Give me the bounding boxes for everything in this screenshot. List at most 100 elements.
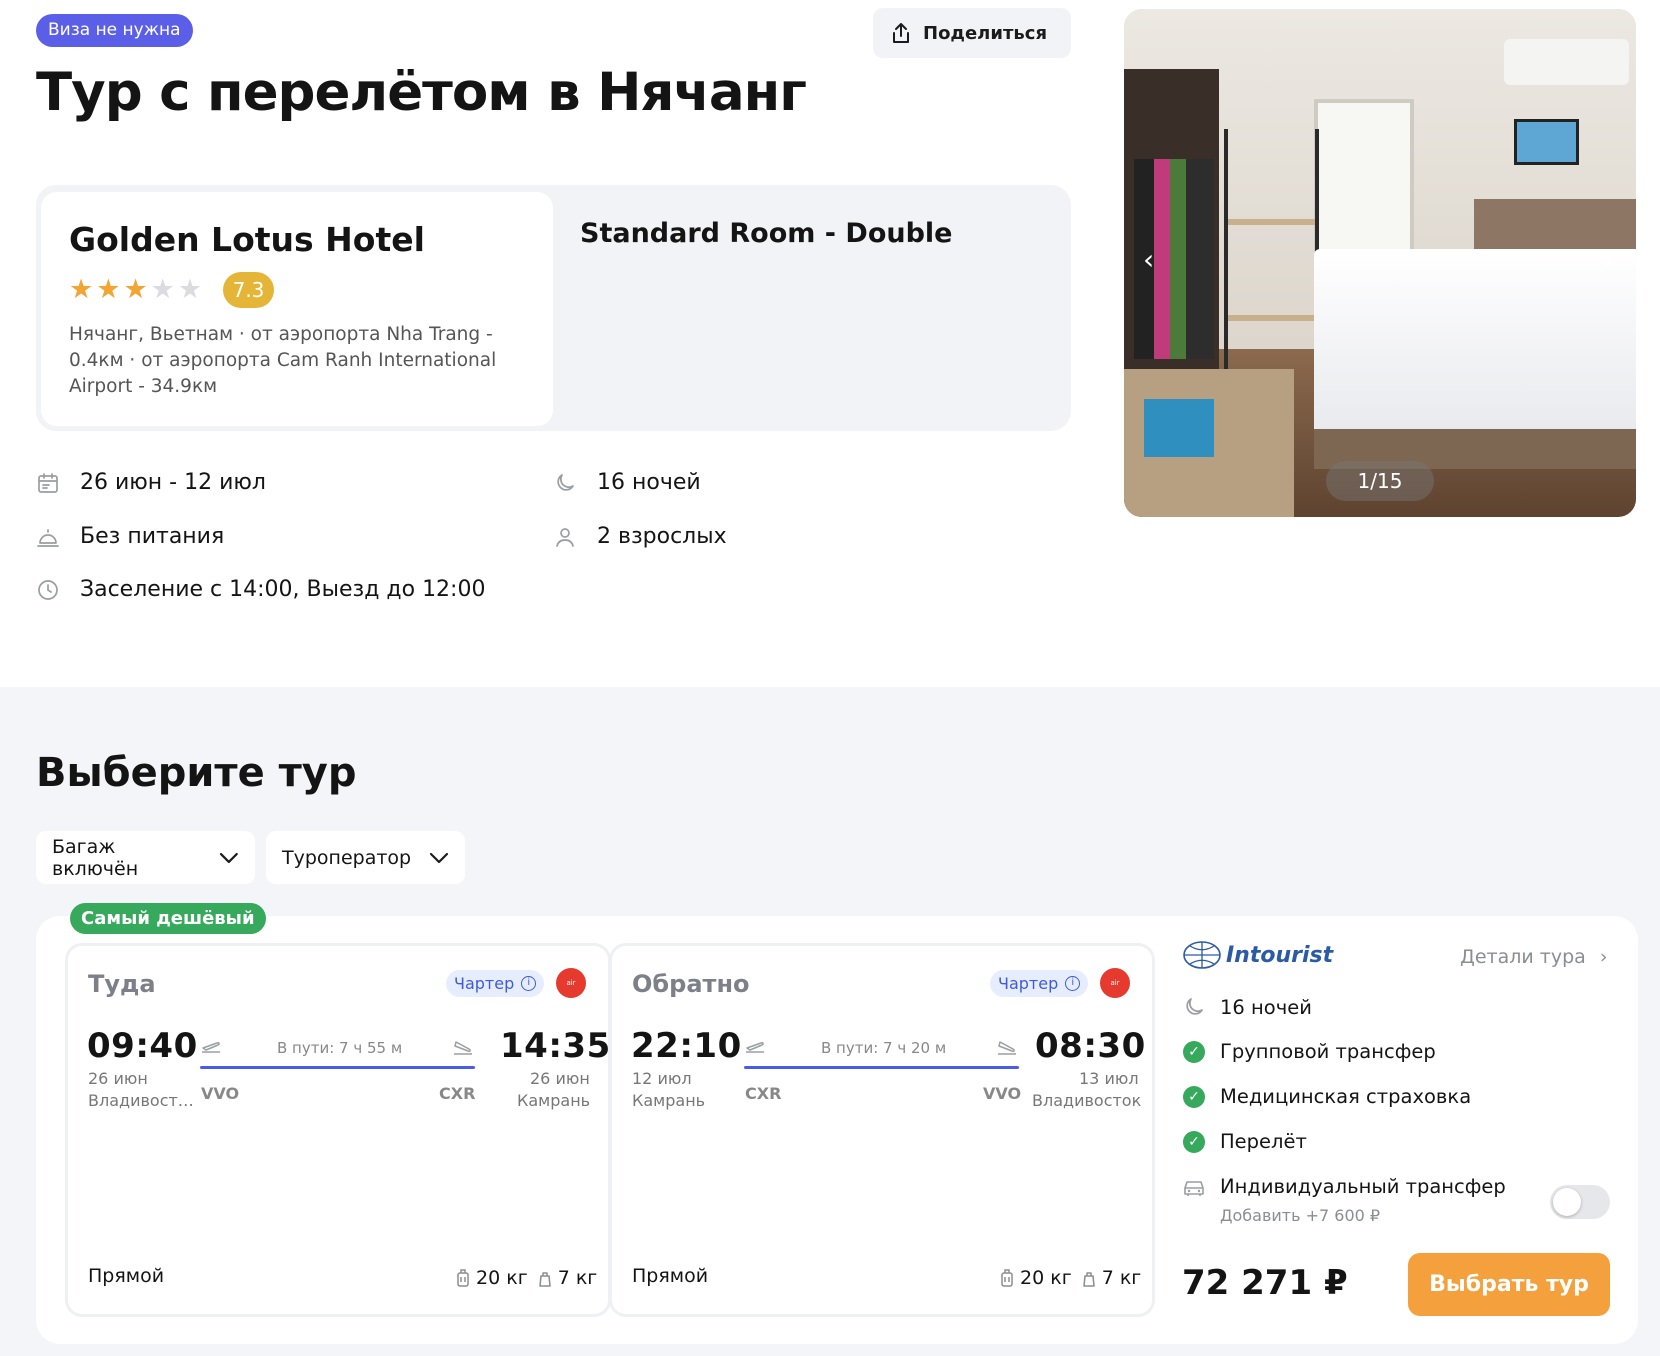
arrival-code: VVO (983, 1084, 1022, 1103)
fact-nights: 16 ночей (553, 470, 701, 495)
filter-baggage[interactable]: Багаж включён (36, 831, 255, 884)
photo-window (1314, 99, 1414, 259)
flight-leg-outbound[interactable]: Туда Чартер i air 09:40 26 июн Владивост… (68, 946, 611, 1314)
arrival-code: CXR (439, 1084, 476, 1103)
arrival-time: 08:30 (1035, 1026, 1146, 1066)
filter-operator-label: Туроператор (282, 846, 412, 869)
visa-badge: Виза не нужна (36, 14, 193, 47)
moon-icon (1182, 995, 1206, 1019)
person-icon (556, 527, 574, 547)
choose-tour-title: Выберите тур (36, 750, 357, 796)
hand-luggage-icon (538, 1272, 551, 1287)
share-icon (893, 23, 909, 43)
tour-price: 72 271 ₽ (1182, 1263, 1348, 1303)
star-icon: ★ (69, 274, 94, 305)
landing-icon (998, 1041, 1016, 1055)
landing-icon (454, 1041, 472, 1055)
included-item-label: Медицинская страховка (1220, 1085, 1472, 1108)
share-label: Поделиться (923, 22, 1048, 44)
filter-operator[interactable]: Туроператор (266, 831, 465, 884)
hand-luggage: 7 кг (1101, 1267, 1142, 1289)
next-photo-arrow-icon[interactable]: › (1603, 243, 1614, 276)
charter-badge: Чартер i (446, 970, 545, 997)
departure-city: Камрань (632, 1091, 706, 1110)
leg-title: Туда (88, 970, 156, 998)
leg-title: Обратно (632, 970, 750, 998)
cheapest-badge: Самый дешёвый (70, 903, 266, 934)
check-icon: ✓ (1182, 1040, 1206, 1063)
departure-time: 22:10 (631, 1026, 742, 1066)
suitcase-icon (1001, 1269, 1013, 1287)
route-line (744, 1066, 1019, 1069)
check-icon: ✓ (1182, 1085, 1206, 1108)
departure-code: VVO (201, 1084, 240, 1103)
included-item: ✓ Медицинская страховка (1182, 1085, 1471, 1108)
charter-badge: Чартер i (990, 970, 1089, 997)
tour-details-label: Детали тура (1460, 946, 1586, 968)
hand-luggage-icon (1082, 1272, 1095, 1287)
summary-nights-text: 16 ночей (1220, 995, 1312, 1019)
arrival-date: 26 июн (530, 1069, 590, 1088)
departure-code: CXR (745, 1084, 782, 1103)
summary-nights: 16 ночей (1182, 995, 1312, 1019)
info-icon[interactable]: i (521, 976, 537, 991)
operator-name: Intourist (1226, 942, 1334, 968)
fact-dates: 26 июн - 12 июл (36, 470, 266, 495)
photo-book (1144, 399, 1214, 457)
check-icon: ✓ (1182, 1130, 1206, 1153)
star-icon: ★ (150, 274, 175, 305)
checked-baggage: 20 кг (1020, 1267, 1072, 1289)
photo-air-conditioner (1504, 39, 1629, 85)
departure-date: 12 июл (632, 1069, 692, 1088)
rating-badge: 7.3 (223, 272, 274, 308)
clock-icon (38, 579, 58, 600)
info-icon[interactable]: i (1065, 976, 1081, 991)
departure-city: Владивост… (88, 1091, 194, 1110)
takeoff-icon (202, 1042, 220, 1053)
airline-logo-icon: air (556, 968, 586, 998)
addon-transfer: Индивидуальный трансфер (1182, 1175, 1506, 1198)
meals-text: Без питания (80, 524, 225, 549)
checkin-text: Заселение с 14:00, Выезд до 12:00 (80, 577, 486, 602)
arrival-date: 13 июл (1079, 1069, 1139, 1088)
nights-text: 16 ночей (597, 470, 701, 495)
share-button[interactable]: Поделиться (873, 8, 1071, 58)
hand-luggage: 7 кг (557, 1267, 598, 1289)
hotel-photo[interactable] (1124, 9, 1636, 517)
hotel-card[interactable]: Golden Lotus Hotel ★ ★ ★ ★ ★ 7.3 Нячанг, Вье… (41, 192, 553, 426)
chevron-down-icon (429, 852, 449, 863)
page-title: Тур с перелётом в Нячанг (36, 62, 807, 123)
hotel-name[interactable]: Golden Lotus Hotel (69, 220, 425, 259)
star-icon: ★ (96, 274, 121, 305)
route-line (200, 1066, 475, 1069)
arrival-city: Камрань (517, 1091, 591, 1110)
included-item: ✓ Групповой трансфер (1182, 1040, 1436, 1063)
calendar-icon (38, 472, 58, 493)
flight-duration: В пути: 7 ч 20 м (821, 1039, 947, 1057)
baggage-info: 20 кг 7 кг (456, 1267, 597, 1289)
fact-meals: Без питания (36, 524, 224, 549)
transfer-toggle[interactable] (1550, 1185, 1610, 1219)
tour-details-link[interactable]: Детали тура › (1460, 946, 1607, 968)
toggle-knob (1553, 1188, 1581, 1216)
baggage-info: 20 кг 7 кг (1000, 1267, 1141, 1289)
star-icon: ★ (177, 274, 203, 305)
cloche-icon (37, 528, 59, 547)
prev-photo-arrow-icon[interactable]: ‹ (1143, 243, 1154, 276)
car-icon (1182, 1176, 1206, 1198)
star-icon: ★ (123, 274, 148, 305)
included-item-label: Групповой трансфер (1220, 1040, 1436, 1063)
guests-text: 2 взрослых (597, 524, 727, 549)
charter-label: Чартер (998, 974, 1059, 993)
dates-text: 26 июн - 12 июл (80, 470, 266, 495)
arrival-city: Владивосток (1032, 1091, 1142, 1110)
hotel-stars: ★ ★ ★ ★ ★ (69, 275, 202, 305)
arrival-time: 14:35 (500, 1026, 611, 1066)
hotel-location: Нячанг, Вьетнам · от аэропорта Nha Trang… (69, 324, 497, 397)
select-tour-button[interactable]: Выбрать тур (1408, 1253, 1610, 1316)
photo-wall-picture (1514, 119, 1579, 165)
flight-leg-return[interactable]: Обратно Чартер i air 22:10 12 июл Камран… (612, 946, 1152, 1314)
photo-headboard (1474, 199, 1636, 249)
room-name: Standard Room - Double (580, 218, 953, 249)
departure-time: 09:40 (87, 1026, 198, 1066)
